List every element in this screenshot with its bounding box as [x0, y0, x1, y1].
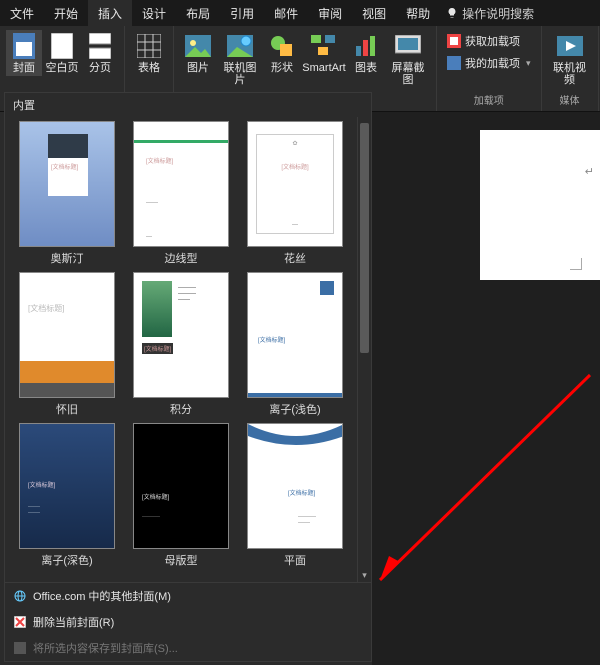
menu-tab-help[interactable]: 帮助 [396, 0, 440, 26]
blank-page-button[interactable]: 空白页 [44, 30, 80, 76]
chart-button[interactable]: 图表 [348, 30, 384, 88]
menu-tab-review[interactable]: 审阅 [308, 0, 352, 26]
get-addins-button[interactable]: 获取加载项 [443, 30, 535, 52]
cover-ion-light[interactable]: [文档标题] 离子(浅色) [241, 272, 349, 417]
store-icon [447, 34, 461, 48]
menu-tab-file[interactable]: 文件 [0, 0, 44, 26]
online-video-icon [556, 32, 584, 60]
gallery-grid: [文档标题] 奥斯汀 [文档标题] —— — 边线型 ✿ [文档 [5, 117, 357, 582]
chart-icon [352, 32, 380, 60]
online-pictures-button[interactable]: 联机图片 [218, 30, 262, 88]
cover-page-gallery: 内置 [文档标题] 奥斯汀 [文档标题] —— — [4, 92, 372, 662]
more-covers-office-com[interactable]: Office.com 中的其他封面(M) [5, 583, 371, 609]
online-picture-icon [226, 32, 254, 60]
blank-page-icon [48, 32, 76, 60]
gallery-section-builtin: 内置 [5, 93, 371, 117]
cover-austin[interactable]: [文档标题] 奥斯汀 [13, 121, 121, 266]
tell-me-search[interactable]: 操作说明搜索 [440, 0, 540, 26]
cover-page-button[interactable]: 封面 [6, 30, 42, 76]
menu-tab-view[interactable]: 视图 [352, 0, 396, 26]
document-page[interactable]: ↵ [480, 130, 600, 280]
smartart-button[interactable]: SmartArt [302, 30, 346, 88]
page-break-button[interactable]: 分页 [82, 30, 118, 76]
online-video-button[interactable]: 联机视频 [548, 30, 592, 88]
menu-tab-references[interactable]: 引用 [220, 0, 264, 26]
cover-page-icon [10, 32, 38, 60]
table-button[interactable]: 表格 [131, 30, 167, 76]
remove-current-cover[interactable]: 删除当前封面(R) [5, 609, 371, 635]
smartart-icon [310, 32, 338, 60]
addin-puzzle-icon [447, 56, 461, 70]
cover-motion[interactable]: [文档标题] ——— 母版型 [127, 423, 235, 568]
group-media-caption: 媒体 [560, 92, 580, 109]
cover-facet[interactable]: [文档标题] ————— 平面 [241, 423, 349, 568]
scrollbar-thumb[interactable] [360, 123, 369, 353]
gallery-footer: Office.com 中的其他封面(M) 删除当前封面(R) 将所选内容保存到封… [5, 582, 371, 661]
menu-tab-home[interactable]: 开始 [44, 0, 88, 26]
group-addins: 获取加载项 我的加载项 ▾ 加载项 [437, 26, 542, 111]
table-icon [135, 32, 163, 60]
shapes-button[interactable]: 形状 [264, 30, 300, 88]
my-addins-button[interactable]: 我的加载项 ▾ [443, 52, 535, 74]
remove-icon [13, 615, 27, 629]
menu-tab-mailings[interactable]: 邮件 [264, 0, 308, 26]
group-media: 联机视频 媒体 [542, 26, 599, 111]
screenshot-icon [394, 32, 422, 60]
tell-me-label: 操作说明搜索 [462, 5, 534, 22]
cover-filigree[interactable]: ✿ [文档标题] — 花丝 [241, 121, 349, 266]
globe-icon [13, 589, 27, 603]
picture-icon [184, 32, 212, 60]
menu-tab-layout[interactable]: 布局 [176, 0, 220, 26]
save-selection-to-gallery: 将所选内容保存到封面库(S)... [5, 635, 371, 661]
cover-sideline[interactable]: [文档标题] —— — 边线型 [127, 121, 235, 266]
cover-ion-dark[interactable]: [文档标题] ———— 离子(深色) [13, 423, 121, 568]
shapes-icon [268, 32, 296, 60]
group-addins-caption: 加载项 [474, 92, 504, 109]
chevron-down-icon: ▾ [526, 58, 531, 69]
menu-bar: 文件 开始 插入 设计 布局 引用 邮件 审阅 视图 帮助 操作说明搜索 [0, 0, 600, 26]
document-area[interactable]: ↵ [372, 112, 600, 665]
cover-retrospect[interactable]: [文档标题] 怀旧 [13, 272, 121, 417]
lightbulb-icon [446, 7, 458, 19]
pictures-button[interactable]: 图片 [180, 30, 216, 88]
save-gallery-icon [13, 641, 27, 655]
page-break-icon [86, 32, 114, 60]
scroll-down-icon[interactable]: ▾ [358, 568, 371, 582]
cover-integral[interactable]: ———————— [文档标题] 积分 [127, 272, 235, 417]
paragraph-mark: ↵ [585, 165, 594, 178]
page-corner-mark [570, 258, 582, 270]
menu-tab-insert[interactable]: 插入 [88, 0, 132, 26]
gallery-scrollbar[interactable]: ▾ [357, 117, 371, 582]
menu-tab-design[interactable]: 设计 [132, 0, 176, 26]
screenshot-button[interactable]: 屏幕截图 [386, 30, 430, 88]
